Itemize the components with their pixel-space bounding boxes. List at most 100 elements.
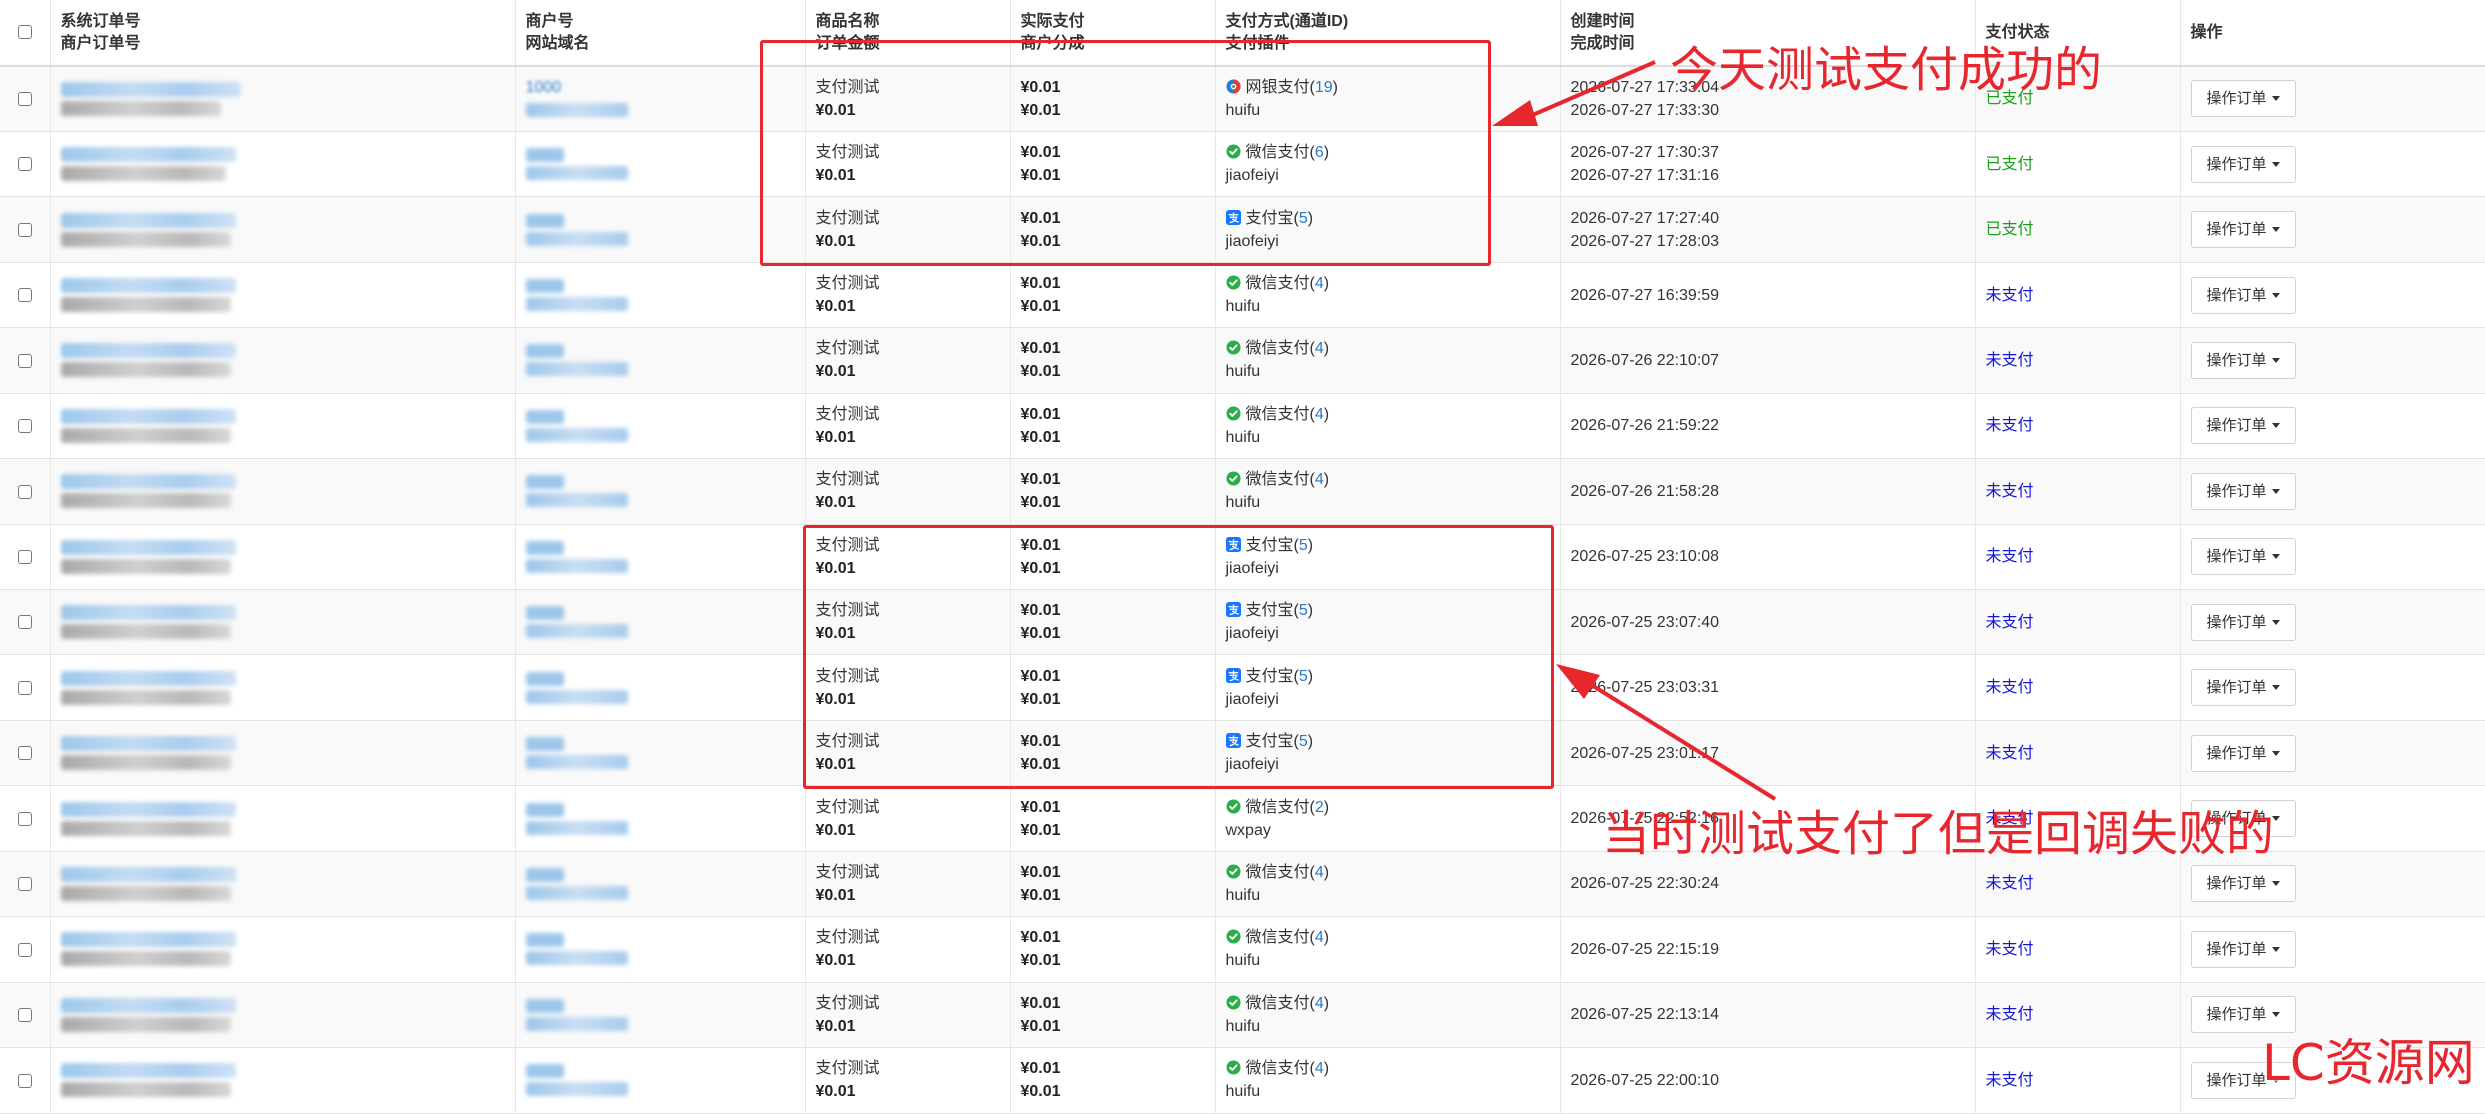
website-domain-redacted[interactable] [526,886,628,900]
order-action-button[interactable]: 操作订单 [2191,538,2296,575]
row-select[interactable] [0,917,50,982]
system-order-no-redacted[interactable] [61,147,236,162]
website-domain-redacted[interactable] [526,624,628,638]
row-checkbox[interactable] [18,354,32,368]
row-checkbox[interactable] [18,1008,32,1022]
order-action-button[interactable]: 操作订单 [2191,407,2296,444]
merchant-id-redacted[interactable] [526,148,564,162]
row-select[interactable] [0,720,50,785]
row-checkbox[interactable] [18,92,32,106]
website-domain-redacted[interactable] [526,1017,628,1031]
method-cell: 微信支付(6) jiaofeiyi [1215,131,1560,196]
system-order-no-redacted[interactable] [61,213,236,228]
product-cell: 支付测试 ¥0.01 [805,1048,1010,1113]
row-checkbox[interactable] [18,223,32,237]
system-order-no-redacted[interactable] [61,474,236,489]
system-order-no-redacted[interactable] [61,932,236,947]
merchant-id-redacted[interactable] [526,475,564,489]
website-domain-redacted[interactable] [526,755,628,769]
order-action-button[interactable]: 操作订单 [2191,473,2296,510]
row-checkbox[interactable] [18,288,32,302]
merchant-id-redacted[interactable] [526,344,564,358]
merchant-id-redacted[interactable] [526,410,564,424]
row-select[interactable] [0,393,50,458]
merchant-id-redacted[interactable] [526,1064,564,1078]
row-select[interactable] [0,131,50,196]
row-select[interactable] [0,66,50,131]
row-select[interactable] [0,459,50,524]
website-domain-redacted[interactable] [526,297,628,311]
order-action-button[interactable]: 操作订单 [2191,277,2296,314]
merchant-id-redacted[interactable] [526,672,564,686]
row-select[interactable] [0,524,50,589]
merchant-id-redacted[interactable] [526,279,564,293]
wechat-icon [1226,275,1246,292]
order-action-button[interactable]: 操作订单 [2191,604,2296,641]
order-action-button[interactable]: 操作订单 [2191,669,2296,706]
row-checkbox[interactable] [18,550,32,564]
row-checkbox[interactable] [18,419,32,433]
website-domain-redacted[interactable] [526,428,628,442]
system-order-no-redacted[interactable] [61,82,241,97]
row-select[interactable] [0,1048,50,1113]
website-domain-redacted[interactable] [526,166,628,180]
row-checkbox[interactable] [18,943,32,957]
merchant-id-redacted[interactable] [526,606,564,620]
order-action-button[interactable]: 操作订单 [2191,996,2296,1033]
row-select[interactable] [0,197,50,262]
row-select[interactable] [0,851,50,916]
system-order-no-redacted[interactable] [61,736,236,751]
merchant-id-redacted[interactable] [526,737,564,751]
system-order-no-redacted[interactable] [61,671,236,686]
website-domain-redacted[interactable] [526,559,628,573]
row-checkbox[interactable] [18,746,32,760]
order-action-button[interactable]: 操作订单 [2191,931,2296,968]
order-action-button[interactable]: 操作订单 [2191,80,2296,117]
order-action-button[interactable]: 操作订单 [2191,342,2296,379]
row-checkbox[interactable] [18,681,32,695]
row-select[interactable] [0,982,50,1047]
merchant-id-redacted[interactable] [526,214,564,228]
time-cell: 2026-07-27 17:30:37 2026-07-27 17:31:16 [1560,131,1975,196]
order-action-button[interactable]: 操作订单 [2191,865,2296,902]
merchant-id-redacted[interactable] [526,803,564,817]
merchant-id[interactable]: 1000 [526,76,805,99]
row-select[interactable] [0,786,50,851]
website-domain-redacted[interactable] [526,690,628,704]
merchant-id-redacted[interactable] [526,868,564,882]
row-select[interactable] [0,655,50,720]
row-checkbox[interactable] [18,877,32,891]
merchant-id-redacted[interactable] [526,541,564,555]
row-select[interactable] [0,262,50,327]
system-order-no-redacted[interactable] [61,1063,236,1078]
merchant-id-redacted[interactable] [526,933,564,947]
system-order-no-redacted[interactable] [61,802,236,817]
system-order-no-redacted[interactable] [61,540,236,555]
website-domain-redacted[interactable] [526,232,628,246]
order-action-button[interactable]: 操作订单 [2191,211,2296,248]
website-domain-redacted[interactable] [526,493,628,507]
row-checkbox[interactable] [18,615,32,629]
row-checkbox[interactable] [18,157,32,171]
merchant-id-redacted[interactable] [526,999,564,1013]
website-domain-redacted[interactable] [526,362,628,376]
row-select[interactable] [0,590,50,655]
row-checkbox[interactable] [18,812,32,826]
system-order-no-redacted[interactable] [61,409,236,424]
system-order-no-redacted[interactable] [61,343,236,358]
system-order-no-redacted[interactable] [61,867,236,882]
select-all-checkbox[interactable] [18,25,32,39]
row-checkbox[interactable] [18,1074,32,1088]
website-domain-redacted[interactable] [526,103,628,117]
row-checkbox[interactable] [18,485,32,499]
system-order-no-redacted[interactable] [61,278,236,293]
system-order-no-redacted[interactable] [61,605,236,620]
website-domain-redacted[interactable] [526,821,628,835]
website-domain-redacted[interactable] [526,1082,628,1096]
row-select[interactable] [0,328,50,393]
header-select-all[interactable] [0,0,50,66]
order-action-button[interactable]: 操作订单 [2191,146,2296,183]
system-order-no-redacted[interactable] [61,998,236,1013]
order-action-button[interactable]: 操作订单 [2191,735,2296,772]
website-domain-redacted[interactable] [526,951,628,965]
